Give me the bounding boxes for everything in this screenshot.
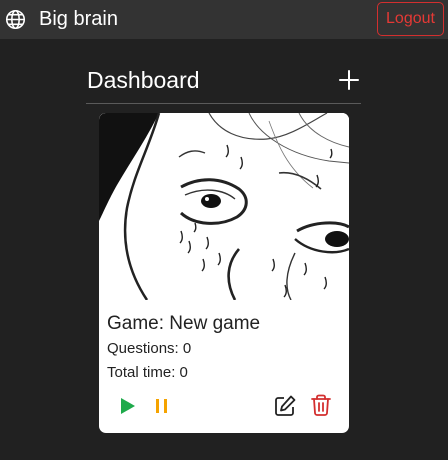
plus-icon[interactable] (338, 69, 360, 91)
game-thumbnail (99, 113, 349, 300)
globe-icon (5, 9, 26, 30)
game-card: Game: New game Questions: 0 Total time: … (99, 113, 349, 433)
app-title: Big brain (39, 8, 118, 30)
game-name: Game: New game (107, 313, 261, 334)
total-time: Total time: 0 (107, 364, 188, 381)
top-bar: Big brain Logout (0, 0, 448, 39)
play-icon[interactable] (115, 394, 139, 418)
pause-icon[interactable] (150, 394, 174, 418)
edit-icon[interactable] (273, 394, 297, 418)
title-divider (86, 103, 361, 104)
delete-icon[interactable] (309, 393, 333, 417)
logout-button[interactable]: Logout (377, 2, 444, 36)
questions-count: Questions: 0 (107, 340, 192, 357)
page-title: Dashboard (87, 67, 200, 93)
